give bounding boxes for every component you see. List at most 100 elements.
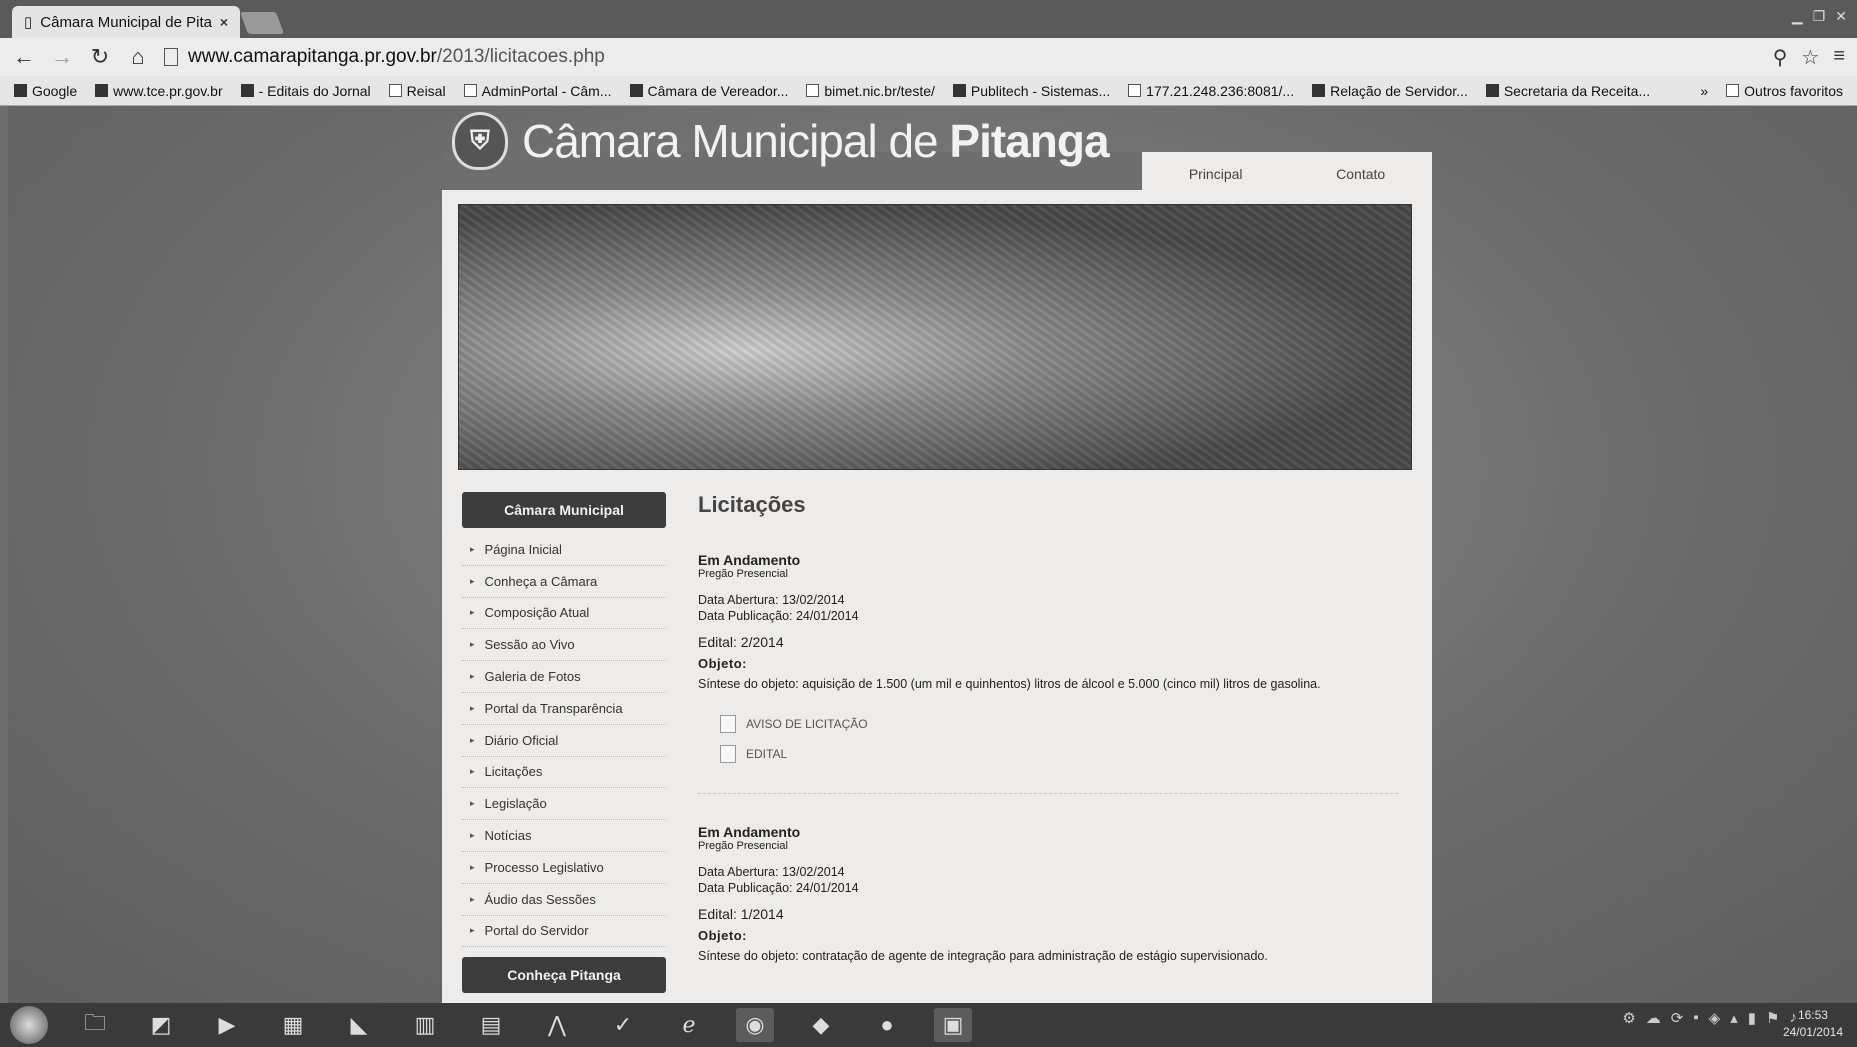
sidebar-item-conheca-camara[interactable]: ▸ Conheça a Câmara bbox=[462, 566, 666, 598]
tray-icon[interactable]: ⚙ bbox=[1622, 1009, 1635, 1027]
menu-icon[interactable]: ≡ bbox=[1833, 45, 1845, 70]
word-icon[interactable]: ▣ bbox=[934, 1008, 972, 1042]
app-icon[interactable]: ✓ bbox=[604, 1008, 642, 1042]
other-bookmarks-folder[interactable]: Outros favoritos bbox=[1726, 83, 1843, 99]
entry-object-label: Objeto: bbox=[698, 928, 747, 943]
sidebar-footer-button[interactable]: Conheça Pitanga bbox=[462, 957, 666, 994]
back-icon[interactable]: ← bbox=[12, 44, 36, 70]
bullet-icon: ▸ bbox=[470, 575, 475, 586]
sidebar-item-portal-servidor[interactable]: ▸ Portal do Servidor bbox=[462, 916, 666, 948]
sidebar-item-diario-oficial[interactable]: ▸ Diário Oficial bbox=[462, 725, 666, 757]
bookmark-item[interactable]: bimet.nic.br/teste/ bbox=[806, 83, 935, 99]
zoom-icon[interactable]: ⚲ bbox=[1773, 45, 1788, 70]
sidebar-item-legislacao[interactable]: ▸ Legislação bbox=[462, 788, 666, 821]
sidebar-item-licitacoes[interactable]: ▸ Licitações bbox=[462, 757, 666, 789]
entry-divider bbox=[698, 793, 1398, 794]
app-icon[interactable]: ◩ bbox=[142, 1008, 180, 1042]
taskbar-clock[interactable]: 16:53 24/01/2014 bbox=[1783, 1007, 1843, 1041]
minimize-icon[interactable]: ▁ bbox=[1792, 8, 1803, 25]
entry-status: Em Andamento bbox=[698, 552, 801, 568]
file-icon bbox=[720, 745, 736, 763]
app-icon[interactable]: ▦ bbox=[274, 1008, 312, 1042]
bullet-icon: ▸ bbox=[470, 861, 475, 872]
folder-icon bbox=[1726, 84, 1740, 97]
home-icon[interactable]: ⌂ bbox=[126, 44, 150, 70]
bookmark-item[interactable]: www.tce.pr.gov.br bbox=[95, 83, 223, 99]
flag-icon[interactable]: ⚑ bbox=[1766, 1009, 1779, 1027]
network-icon[interactable]: ▮ bbox=[1748, 1009, 1756, 1027]
firefox-icon[interactable]: ● bbox=[868, 1008, 906, 1042]
coat-of-arms-logo[interactable]: ⛨ bbox=[452, 112, 508, 170]
globe-icon bbox=[952, 84, 966, 97]
sidebar-item-noticias[interactable]: ▸ Notícias bbox=[462, 820, 666, 852]
file-icon bbox=[720, 715, 736, 733]
system-tray: ⚙ ☁ ⟳ ▪ ◈ ▴ ▮ ⚑ ♪ bbox=[1622, 1009, 1797, 1027]
url-path: /2013/licitacoes.php bbox=[436, 46, 605, 67]
book-icon[interactable]: ▥ bbox=[406, 1008, 444, 1042]
licitacao-entry: Em Andamento Pregão Presencial Data Aber… bbox=[698, 824, 1398, 963]
entry-object-label: Objeto: bbox=[698, 656, 747, 671]
app-icon[interactable]: ◣ bbox=[340, 1008, 378, 1042]
app-icon[interactable]: ◆ bbox=[802, 1008, 840, 1042]
tab-close-icon[interactable]: × bbox=[220, 14, 228, 30]
bookmark-item[interactable]: Reisal bbox=[388, 83, 446, 99]
page-icon bbox=[164, 48, 178, 66]
bullet-icon: ▸ bbox=[470, 798, 475, 809]
chrome-icon[interactable]: ◉ bbox=[736, 1008, 774, 1042]
bookmarks-overflow-button[interactable]: » bbox=[1700, 83, 1708, 99]
sidebar-item-transparencia[interactable]: ▸ Portal da Transparência bbox=[462, 693, 666, 725]
bullet-icon: ▸ bbox=[470, 925, 475, 936]
start-button[interactable] bbox=[10, 1006, 48, 1044]
sidebar-item-composicao[interactable]: ▸ Composição Atual bbox=[462, 598, 666, 630]
new-tab-button[interactable] bbox=[239, 12, 285, 34]
bookmark-item[interactable]: Publitech - Sistemas... bbox=[952, 83, 1110, 99]
toolbar-tools: ⚲ ☆ ≡ bbox=[1773, 45, 1845, 70]
bookmark-item[interactable]: Secretaria da Receita... bbox=[1485, 83, 1650, 99]
tray-icon[interactable]: ◈ bbox=[1709, 1009, 1721, 1027]
sidebar-header: Câmara Municipal bbox=[462, 492, 666, 528]
doc-link-aviso[interactable]: AVISO DE LICITAÇÃO bbox=[720, 715, 1398, 733]
sidebar-item-sessao-ao-vivo[interactable]: ▸ Sessão ao Vivo bbox=[462, 629, 666, 662]
bullet-icon: ▸ bbox=[470, 893, 475, 904]
forward-icon[interactable]: → bbox=[50, 44, 74, 70]
page-icon: ▯ bbox=[24, 14, 33, 31]
tray-icon[interactable]: ☁ bbox=[1646, 1009, 1661, 1027]
reload-icon[interactable]: ↻ bbox=[88, 44, 112, 70]
sidebar-item-pagina-inicial[interactable]: ▸ Página Inicial bbox=[462, 534, 666, 566]
restore-icon[interactable]: ❐ bbox=[1813, 8, 1826, 25]
bullet-icon: ▸ bbox=[470, 607, 475, 618]
bookmark-item[interactable]: - Editais do Jornal bbox=[240, 83, 371, 99]
site-header: ⛨ Câmara Municipal de Pitanga bbox=[444, 106, 1434, 186]
bookmark-item[interactable]: Relação de Servidor... bbox=[1312, 83, 1468, 99]
explorer-icon[interactable]: 🗀 bbox=[76, 1008, 114, 1042]
close-window-icon[interactable]: ✕ bbox=[1835, 8, 1847, 25]
site-icon bbox=[1128, 84, 1142, 97]
bookmark-item[interactable]: AdminPortal - Câm... bbox=[463, 83, 612, 99]
tray-icon[interactable]: ▪ bbox=[1693, 1009, 1698, 1027]
bookmark-item[interactable]: Câmara de Vereador... bbox=[629, 83, 788, 99]
page-icon bbox=[463, 84, 477, 97]
site-title[interactable]: Câmara Municipal de Pitanga bbox=[522, 114, 1110, 168]
page-title: Licitações bbox=[698, 492, 806, 517]
internet-explorer-icon[interactable]: ℯ bbox=[670, 1008, 708, 1042]
tray-icon[interactable]: ▴ bbox=[1730, 1009, 1738, 1027]
entry-status: Em Andamento bbox=[698, 824, 801, 840]
bullet-icon: ▸ bbox=[470, 543, 475, 554]
site-icon bbox=[629, 84, 643, 97]
site-icon bbox=[1485, 84, 1499, 97]
media-player-icon[interactable]: ▶ bbox=[208, 1008, 246, 1042]
doc-link-edital[interactable]: EDITAL bbox=[720, 745, 1398, 763]
sidebar-item-audio-sessoes[interactable]: ▸ Áudio das Sessões bbox=[462, 884, 666, 916]
browser-tab[interactable]: ▯ Câmara Municipal de Pita × bbox=[12, 6, 240, 38]
star-icon[interactable]: ☆ bbox=[1801, 45, 1819, 70]
bookmark-item[interactable]: 177.21.248.236:8081/... bbox=[1128, 83, 1294, 99]
tray-icon[interactable]: ⟳ bbox=[1671, 1009, 1684, 1027]
bookmark-item[interactable]: Google bbox=[14, 83, 77, 99]
sidebar-item-galeria[interactable]: ▸ Galeria de Fotos bbox=[462, 661, 666, 693]
acrobat-icon[interactable]: ⋀ bbox=[538, 1008, 576, 1042]
site-icon bbox=[95, 84, 109, 97]
address-bar[interactable]: www.camarapitanga.pr.gov.br/2013/licitac… bbox=[164, 46, 1759, 68]
window-controls: ▁ ❐ ✕ bbox=[1792, 8, 1847, 25]
sidebar-item-processo-legislativo[interactable]: ▸ Processo Legislativo bbox=[462, 852, 666, 884]
app-icon[interactable]: ▤ bbox=[472, 1008, 510, 1042]
